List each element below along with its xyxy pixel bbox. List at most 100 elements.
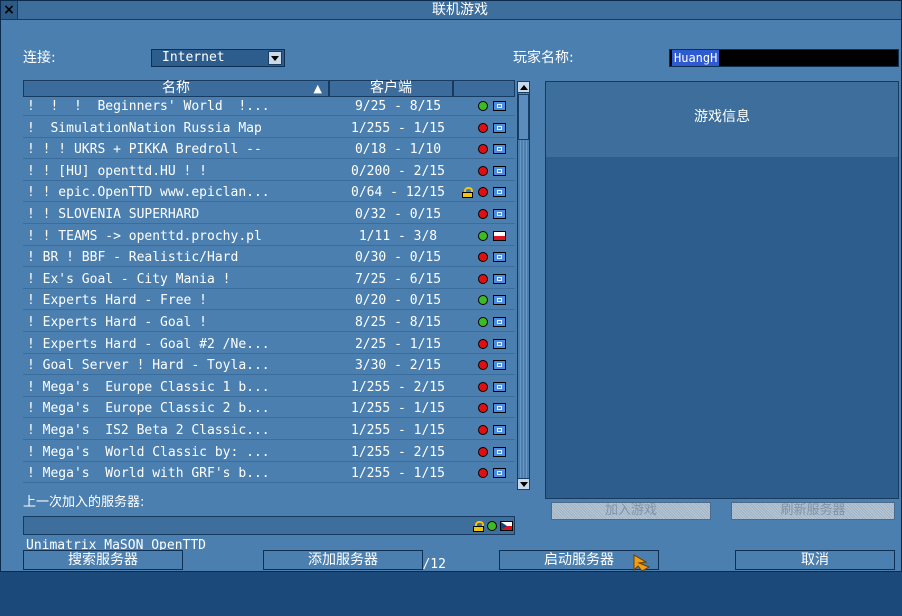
server-row[interactable]: ! ! SLOVENIA SUPERHARD 0/32 - 0/15 <box>23 205 515 224</box>
cancel-button[interactable]: 取消 <box>735 550 895 570</box>
server-clients: 1/255 - 1/15 <box>351 120 445 136</box>
server-row[interactable]: ! Mega's World Classic by: ... 1/255 - 2/… <box>23 443 515 462</box>
close-icon[interactable]: × <box>1 1 18 19</box>
server-row[interactable]: ! ! ! UKRS + PIKKA Bredroll -- 0/18 - 1/1… <box>23 140 515 160</box>
server-name: ! Ex's Goal - City Mania ! <box>27 271 231 287</box>
title-bar[interactable]: × 联机游戏 <box>1 1 901 20</box>
server-row[interactable]: ! ! [HU] openttd.HU ! ! 0/200 - 2/15 <box>23 162 515 181</box>
server-list-scrollbar[interactable] <box>517 81 530 490</box>
scroll-down-icon[interactable] <box>517 478 530 490</box>
server-status-icons <box>478 317 522 328</box>
server-clients: 0/64 - 12/15 <box>351 185 445 201</box>
server-status-icons <box>478 403 522 414</box>
server-row[interactable]: ! Mega's World with GRF's b... 1/255 - 1/… <box>23 464 515 484</box>
server-row[interactable]: ! Experts Hard - Free ! 0/20 - 0/15 <box>23 291 515 311</box>
status-red-icon <box>478 273 488 284</box>
last-server-icons <box>473 521 517 532</box>
flag-icon <box>493 165 506 176</box>
server-row[interactable]: ! BR ! BBF - Realistic/Hard 0/30 - 0/15 <box>23 248 515 268</box>
scroll-up-icon[interactable] <box>517 81 530 93</box>
flag-icon <box>493 468 506 479</box>
player-name-field[interactable]: HuangH <box>669 49 899 67</box>
server-row[interactable]: ! ! ! Beginners' World !... 9/25 - 8/15 <box>23 97 515 116</box>
server-name: ! ! TEAMS -> openttd.prochy.pl <box>27 228 262 244</box>
server-clients: 0/18 - 1/10 <box>354 142 442 158</box>
chevron-down-icon[interactable] <box>268 51 282 65</box>
refresh-server-button[interactable]: 刷新服务器 <box>731 502 895 520</box>
connection-label: 连接: <box>23 50 56 66</box>
server-clients: 7/25 - 6/15 <box>354 271 442 287</box>
status-green-icon <box>487 521 497 531</box>
server-status-icons <box>478 360 522 371</box>
column-header-clients[interactable]: 客户端 <box>329 80 453 97</box>
server-clients: 9/25 - 8/15 <box>354 99 442 114</box>
flag-icon <box>493 187 506 198</box>
window-title: 联机游戏 <box>432 2 488 18</box>
status-red-icon <box>478 446 488 457</box>
status-red-icon <box>478 425 488 435</box>
game-info-title: 游戏信息 <box>546 82 898 157</box>
server-row[interactable]: ! Goal Server ! Hard - Toyla... 3/30 - 2/… <box>23 356 515 376</box>
player-name-value: HuangH <box>672 50 720 66</box>
server-name: ! ! ! UKRS + PIKKA Bredroll -- <box>27 142 262 158</box>
status-red-icon <box>478 122 488 133</box>
server-name: ! BR ! BBF - Realistic/Hard <box>27 250 239 266</box>
status-red-icon <box>478 468 488 479</box>
status-red-icon <box>478 187 488 198</box>
find-server-button[interactable]: 搜索服务器 <box>23 550 183 570</box>
server-clients: 0/200 - 2/15 <box>351 163 445 179</box>
connection-dropdown[interactable]: Internet <box>151 49 285 67</box>
server-status-icons <box>478 144 522 155</box>
add-server-button[interactable]: 添加服务器 <box>263 550 423 570</box>
status-red-icon <box>478 338 488 349</box>
last-server-label: 上一次加入的服务器: <box>23 495 145 510</box>
flag-icon <box>493 446 506 457</box>
server-status-icons <box>478 338 522 350</box>
column-header-name[interactable]: 名称 ▲ <box>23 80 329 97</box>
column-header-name-label: 名称 <box>162 80 190 96</box>
flag-icon <box>493 338 506 349</box>
network-game-window: × 联机游戏 连接: Internet 玩家名称: HuangH 名称 ▲ 客户… <box>0 0 902 572</box>
server-row[interactable]: ! ! TEAMS -> openttd.prochy.pl 1/11 - 3/8 <box>23 227 515 246</box>
server-clients: 2/25 - 1/15 <box>354 336 442 352</box>
server-row[interactable]: ! Mega's IS2 Beta 2 Classic... 1/255 - 1/… <box>23 421 515 440</box>
server-clients: 1/255 - 1/15 <box>351 401 445 417</box>
server-clients: 0/30 - 0/15 <box>354 250 442 266</box>
flag-icon <box>493 209 506 219</box>
flag-icon <box>493 360 506 371</box>
flag-icon <box>493 144 506 155</box>
server-row[interactable]: ! Experts Hard - Goal ! 8/25 - 8/15 <box>23 313 515 332</box>
server-clients: 8/25 - 8/15 <box>354 315 442 330</box>
server-row[interactable]: ! Mega's Europe Classic 1 b... 1/255 - 2/… <box>23 378 515 397</box>
join-game-button[interactable]: 加入游戏 <box>551 502 711 520</box>
server-row[interactable]: ! Experts Hard - Goal #2 /Ne... 2/25 - 1/… <box>23 335 515 354</box>
server-name: ! ! SLOVENIA SUPERHARD <box>27 207 200 222</box>
status-red-icon <box>478 165 488 176</box>
last-joined-server-row[interactable]: Unimatrix MaSON OpenTTD 1/100 - 6/12 <box>23 516 517 572</box>
server-name: ! Mega's Europe Classic 1 b... <box>27 379 270 395</box>
server-clients: 3/30 - 2/15 <box>354 358 442 374</box>
server-status-icons <box>478 101 522 112</box>
scrollbar-thumb[interactable] <box>518 94 529 140</box>
status-green-icon <box>478 230 488 241</box>
server-name: ! ! epic.OpenTTD www.epiclan... <box>27 185 270 201</box>
server-status-icons <box>478 252 522 263</box>
sort-ascending-icon: ▲ <box>313 82 322 95</box>
server-row[interactable]: ! Ex's Goal - City Mania ! 7/25 - 6/15 <box>23 270 515 289</box>
server-row[interactable]: ! SimulationNation Russia Map 1/255 - 1/1… <box>23 119 515 138</box>
flag-icon <box>493 122 506 133</box>
status-green-icon <box>478 295 488 306</box>
server-name: ! Experts Hard - Goal #2 /Ne... <box>27 336 270 352</box>
server-clients: 1/255 - 1/15 <box>351 466 445 482</box>
status-red-icon <box>478 360 488 371</box>
server-list[interactable]: ! ! ! Beginners' World !... 9/25 - 8/15 ! … <box>23 97 515 490</box>
column-header-info[interactable] <box>453 80 515 97</box>
server-row[interactable]: ! Mega's Europe Classic 2 b... 1/255 - 1/… <box>23 399 515 419</box>
server-name: ! Mega's World Classic by: ... <box>27 444 270 460</box>
server-row[interactable]: ! ! epic.OpenTTD www.epiclan... 0/64 - 12… <box>23 183 515 203</box>
status-red-icon <box>478 209 488 219</box>
server-name: ! Experts Hard - Goal ! <box>27 315 208 330</box>
server-clients: 1/255 - 2/15 <box>351 379 445 395</box>
lock-icon <box>473 521 484 532</box>
server-name: ! Mega's Europe Classic 2 b... <box>27 401 270 417</box>
